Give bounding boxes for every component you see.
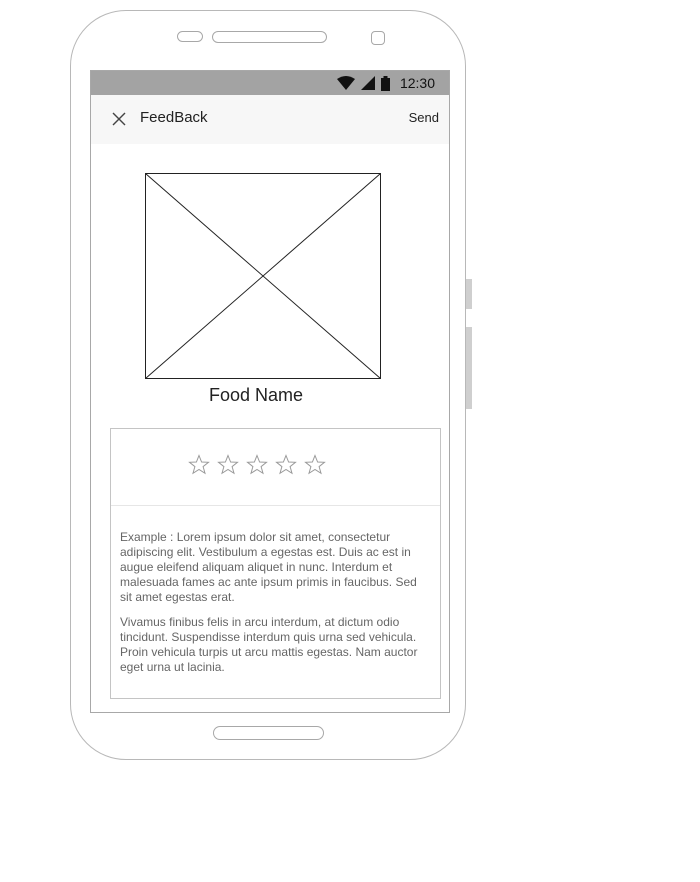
rating-row: [111, 429, 440, 506]
feedback-card: Example : Lorem ipsum dolor sit amet, co…: [110, 428, 441, 699]
sensor-slot: [177, 31, 203, 42]
feedback-paragraph: Vivamus finibus felis in arcu interdum, …: [120, 615, 418, 674]
star-icon[interactable]: [304, 454, 326, 476]
stage: 12:30 FeedBack Send Food Name Example : …: [0, 0, 700, 882]
star-rating[interactable]: [188, 454, 326, 476]
feedback-paragraph: Example : Lorem ipsum dolor sit amet, co…: [120, 530, 417, 604]
wifi-icon: [336, 76, 355, 90]
app-bar: FeedBack Send: [91, 95, 449, 144]
star-icon[interactable]: [275, 454, 297, 476]
star-icon[interactable]: [217, 454, 239, 476]
close-icon[interactable]: [110, 110, 128, 128]
star-icon[interactable]: [246, 454, 268, 476]
phone-screen: 12:30 FeedBack Send Food Name Example : …: [90, 70, 450, 713]
page-title: FeedBack: [140, 109, 208, 126]
status-bar: 12:30: [91, 71, 449, 95]
front-camera: [371, 31, 385, 45]
power-button[interactable]: [466, 279, 472, 309]
signal-icon: [360, 76, 375, 90]
star-icon[interactable]: [188, 454, 210, 476]
send-button[interactable]: Send: [409, 95, 439, 141]
image-placeholder-icon: [145, 173, 381, 379]
home-button[interactable]: [213, 726, 324, 740]
food-name: Food Name: [208, 385, 304, 405]
feedback-text[interactable]: Example : Lorem ipsum dolor sit amet, co…: [120, 530, 420, 685]
earpiece-speaker: [212, 31, 327, 43]
volume-rocker[interactable]: [466, 327, 472, 409]
battery-icon: [380, 75, 390, 91]
status-time: 12:30: [399, 75, 435, 91]
status-icons: 12:30: [336, 71, 435, 95]
